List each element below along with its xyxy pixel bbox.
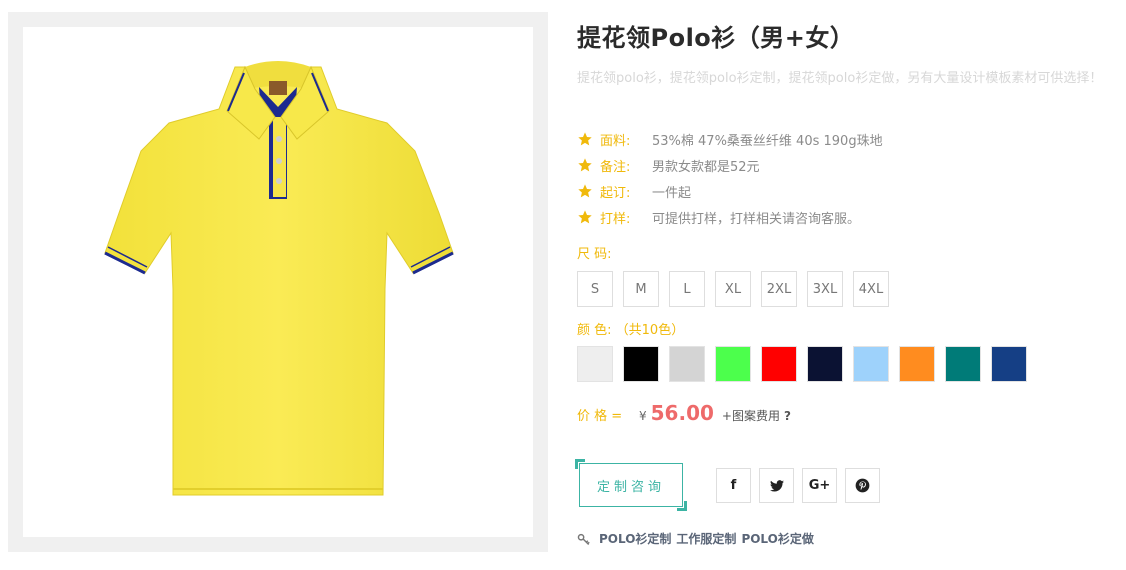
color-label: 颜 色: （共10色） — [577, 319, 684, 338]
consult-button-box: 定制咨询 — [579, 463, 683, 507]
spec-label: 起订: — [600, 185, 631, 201]
facebook-icon: f — [730, 478, 737, 493]
color-selector — [577, 346, 1027, 382]
color-label-text: 颜 色: — [577, 323, 612, 338]
color-swatch[interactable] — [945, 346, 981, 382]
consult-button[interactable]: 定制咨询 — [575, 459, 687, 511]
color-swatch[interactable] — [761, 346, 797, 382]
spec-label: 面料: — [600, 133, 631, 149]
size-label: 尺 码: — [577, 247, 612, 262]
size-option-m[interactable]: M — [623, 271, 659, 307]
tag-link[interactable]: 工作服定制 — [676, 530, 736, 547]
color-swatch[interactable] — [853, 346, 889, 382]
price-help-link[interactable]: ? — [784, 409, 791, 423]
share-google-plus-button[interactable]: G+ — [802, 468, 837, 503]
social-share: f G+ — [716, 468, 880, 503]
star-icon — [578, 210, 592, 224]
size-option-4xl[interactable]: 4XL — [853, 271, 889, 307]
spec-list: 面料: 53%棉 47%桑蚕丝纤维 40s 190g珠地 备注: 男款女款都是5… — [577, 126, 883, 230]
size-option-3xl[interactable]: 3XL — [807, 271, 843, 307]
spec-label: 打样: — [600, 211, 631, 227]
tag-list: POLO衫定制 工作服定制 POLO衫定做 — [577, 530, 819, 547]
product-image[interactable] — [23, 27, 533, 537]
price-row: 价 格 = ¥ 56.00 +图案费用 ? — [577, 401, 791, 431]
color-swatch[interactable] — [669, 346, 705, 382]
spec-row-sample: 打样: 可提供打样，打样相关请咨询客服。 — [577, 204, 883, 230]
star-icon — [578, 184, 592, 198]
spec-label: 备注: — [600, 159, 631, 175]
product-title: 提花领Polo衫（男+女） — [577, 24, 855, 52]
size-option-2xl[interactable]: 2XL — [761, 271, 797, 307]
spec-value: 一件起 — [652, 185, 692, 201]
color-swatch[interactable] — [899, 346, 935, 382]
tag-link[interactable]: POLO衫定做 — [741, 530, 813, 547]
size-selector: S M L XL 2XL 3XL 4XL — [577, 271, 889, 307]
key-icon — [577, 533, 590, 545]
star-icon — [578, 158, 592, 172]
google-plus-icon: G+ — [808, 478, 831, 493]
spec-value: 男款女款都是52元 — [652, 159, 760, 175]
color-swatch[interactable] — [991, 346, 1027, 382]
share-twitter-button[interactable] — [759, 468, 794, 503]
color-swatch[interactable] — [807, 346, 843, 382]
color-swatch[interactable] — [715, 346, 751, 382]
pinterest-icon — [855, 478, 870, 493]
currency-symbol: ¥ — [639, 409, 647, 423]
size-option-xl[interactable]: XL — [715, 271, 751, 307]
price-amount: 56.00 — [650, 401, 714, 425]
color-swatch[interactable] — [577, 346, 613, 382]
size-option-s[interactable]: S — [577, 271, 613, 307]
size-option-l[interactable]: L — [669, 271, 705, 307]
corner-decoration — [677, 501, 687, 511]
spec-value: 53%棉 47%桑蚕丝纤维 40s 190g珠地 — [652, 133, 883, 149]
spec-row-fabric: 面料: 53%棉 47%桑蚕丝纤维 40s 190g珠地 — [577, 126, 883, 152]
spec-value: 可提供打样，打样相关请咨询客服。 — [652, 211, 861, 227]
share-facebook-button[interactable]: f — [716, 468, 751, 503]
tag-link[interactable]: POLO衫定制 — [599, 530, 671, 547]
spec-row-note: 备注: 男款女款都是52元 — [577, 152, 883, 178]
star-icon — [578, 132, 592, 146]
color-count: （共10色） — [615, 323, 685, 338]
color-swatch[interactable] — [623, 346, 659, 382]
product-description: 提花领polo衫，提花领polo衫定制，提花领polo衫定做，另有大量设计模板素… — [577, 71, 1103, 86]
share-pinterest-button[interactable] — [845, 468, 880, 503]
twitter-icon — [769, 479, 784, 492]
price-note: +图案费用 — [721, 409, 780, 423]
product-image-frame — [8, 12, 548, 552]
polo-shirt-image — [104, 61, 454, 496]
spec-row-minimum: 起订: 一件起 — [577, 178, 883, 204]
price-label: 价 格 = — [577, 409, 623, 424]
consult-button-label: 定制咨询 — [596, 479, 665, 495]
